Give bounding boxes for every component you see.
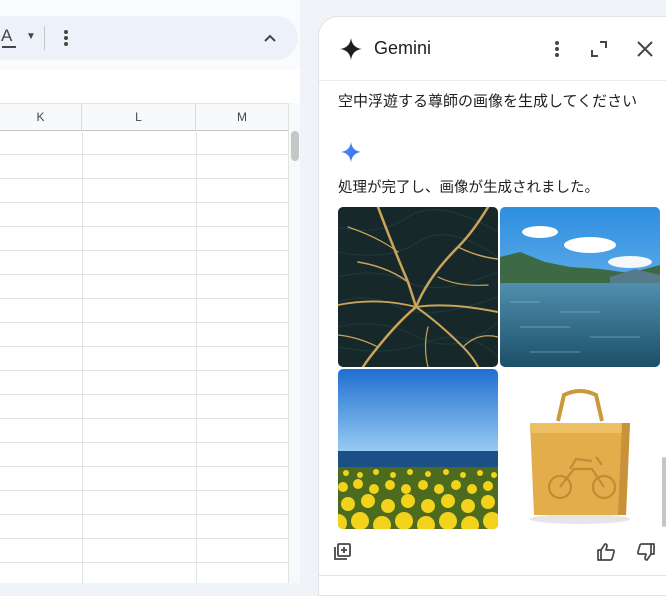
feedback-bar xyxy=(319,533,666,573)
header-divider xyxy=(319,80,666,81)
chevron-up-icon[interactable] xyxy=(262,30,278,46)
generated-image-4[interactable] xyxy=(500,369,660,529)
panel-title: Gemini xyxy=(374,38,432,58)
column-header-row: K L M xyxy=(0,103,288,131)
grid-row-line xyxy=(0,226,288,227)
cell-rows[interactable] xyxy=(0,130,288,583)
grid-row-line xyxy=(0,394,288,395)
gemini-side-panel: Gemini 空中浮遊する尊師の画像を生成してください 処理が完了し、画像が生成… xyxy=(318,16,666,596)
text-color-button[interactable]: A xyxy=(1,26,23,50)
vertical-scrollbar[interactable] xyxy=(288,103,300,583)
grid-row-line xyxy=(0,274,288,275)
grid-row-line xyxy=(0,490,288,491)
grid-row-line xyxy=(0,346,288,347)
grid-row-line xyxy=(0,466,288,467)
gemini-spark-icon xyxy=(339,37,363,61)
grid-row-line xyxy=(0,442,288,443)
gemini-spark-icon xyxy=(340,141,362,163)
grid-column-line xyxy=(196,130,197,583)
add-to-note-icon[interactable] xyxy=(331,541,353,563)
grid-row-line xyxy=(0,322,288,323)
spreadsheet-grid[interactable]: K L M xyxy=(0,70,300,583)
generated-image-1[interactable] xyxy=(338,207,498,367)
response-text: 処理が完了し、画像が生成されました。 xyxy=(338,180,599,196)
close-icon[interactable] xyxy=(635,39,655,59)
toolbar-divider xyxy=(44,26,45,50)
text-color-swatch xyxy=(2,46,16,48)
grid-column-line xyxy=(82,130,83,583)
thumbs-down-icon[interactable] xyxy=(635,541,657,563)
grid-row-line xyxy=(0,562,288,563)
sheets-area: A ▼ K L M xyxy=(0,0,300,583)
thumbs-up-icon[interactable] xyxy=(595,541,617,563)
user-prompt: 空中浮遊する尊師の画像を生成してください xyxy=(338,93,638,110)
column-header-k[interactable]: K xyxy=(0,104,82,130)
generated-image-3[interactable] xyxy=(338,369,498,529)
generated-image-2[interactable] xyxy=(500,207,660,367)
grid-row-line xyxy=(0,370,288,371)
column-header-l[interactable]: L xyxy=(82,104,196,130)
caret-down-icon[interactable]: ▼ xyxy=(26,31,36,42)
grid-row-line xyxy=(0,250,288,251)
grid-row-line xyxy=(0,202,288,203)
sheets-toolbar: A ▼ xyxy=(0,16,298,60)
scrollbar-thumb[interactable] xyxy=(291,131,299,161)
grid-row-line xyxy=(0,178,288,179)
column-header-m[interactable]: M xyxy=(196,104,288,130)
more-vert-icon[interactable] xyxy=(60,26,72,50)
grid-row-line xyxy=(0,154,288,155)
panel-bottom-divider xyxy=(319,575,666,576)
expand-icon[interactable] xyxy=(589,39,609,59)
panel-scrollbar[interactable] xyxy=(662,457,666,527)
grid-row-line xyxy=(0,538,288,539)
grid-row-line xyxy=(0,418,288,419)
text-color-icon: A xyxy=(1,26,13,45)
grid-row-line xyxy=(0,514,288,515)
grid-row-line xyxy=(0,298,288,299)
more-vert-icon[interactable] xyxy=(551,37,563,61)
